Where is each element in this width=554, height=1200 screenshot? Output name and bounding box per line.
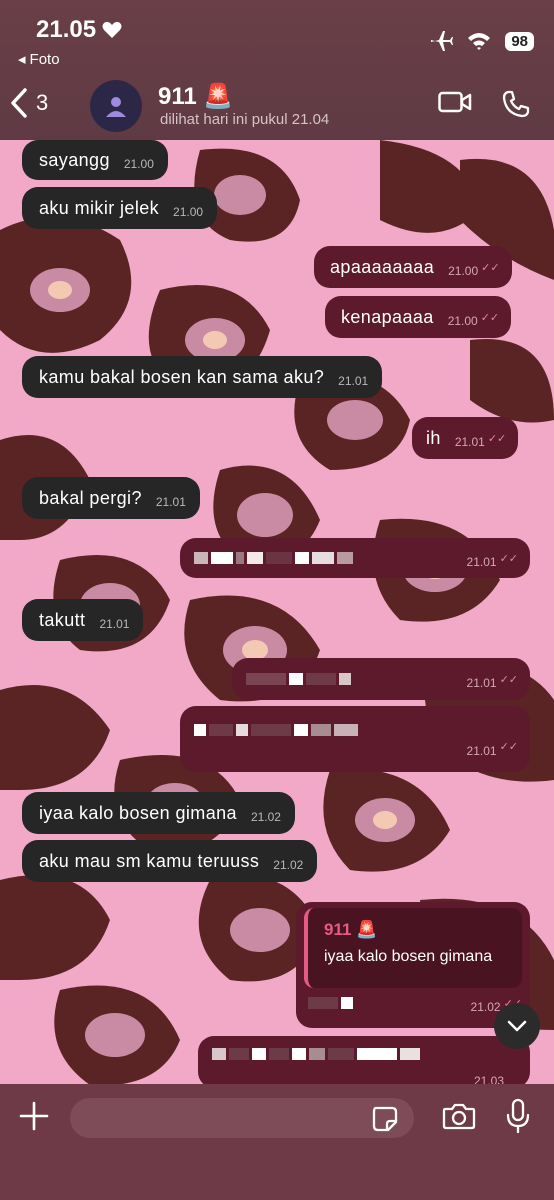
message-bubble-outgoing-censored[interactable]: 21.01 ✓✓ (180, 706, 530, 772)
censored-text (304, 997, 353, 1009)
message-time: 21.00 (447, 314, 478, 328)
camera-icon (442, 1103, 476, 1130)
message-input[interactable] (70, 1098, 414, 1138)
status-time: 21.05 (36, 16, 122, 44)
sticker-icon (372, 1106, 398, 1132)
message-text: apaaaaaaaa (330, 256, 435, 277)
back-chevron-icon (11, 88, 27, 118)
message-time: 21.01 (155, 495, 186, 509)
read-receipt-icon: ✓✓ (481, 261, 500, 274)
message-time: 21.01 (466, 555, 497, 569)
voice-message-button[interactable] (506, 1098, 530, 1139)
back-app-label: Foto (29, 50, 60, 68)
unread-count: 3 (36, 90, 49, 115)
message-text: bakal pergi? (39, 487, 142, 508)
message-text: kenapaaaa (341, 306, 434, 327)
message-time: 21.01 (454, 435, 485, 449)
scroll-to-bottom-button[interactable] (494, 1003, 540, 1049)
mic-icon (506, 1098, 530, 1134)
read-receipt-icon: ✓✓ (499, 673, 518, 686)
sticker-button[interactable] (372, 1106, 398, 1137)
message-time: 21.02 (470, 1000, 501, 1014)
message-text: sayangg (39, 149, 110, 170)
read-receipt-icon: ✓✓ (499, 552, 518, 565)
avatar[interactable] (90, 80, 142, 132)
message-bubble-outgoing-censored[interactable]: 21.01 ✓✓ (232, 658, 530, 700)
read-receipt-icon: ✓✓ (499, 741, 518, 753)
last-seen: dilihat hari ini pukul 21.04 (160, 111, 330, 128)
message-time: 21.00 (448, 264, 479, 278)
censored-text (194, 724, 518, 736)
back-to-app[interactable]: ◂ Foto (18, 50, 60, 69)
read-receipt-icon: ✓✓ (480, 311, 500, 324)
message-bubble-reply[interactable]: 911 🚨 iyaa kalo bosen gimana 21.02 ✓✓ (296, 902, 530, 1028)
message-bubble-outgoing[interactable]: apaaaaaaaa 21.00 ✓✓ (314, 246, 512, 288)
attach-button[interactable] (18, 1100, 50, 1137)
message-time: 21.02 (250, 810, 281, 824)
message-text: takutt (39, 609, 86, 630)
message-time: 21.00 (173, 205, 204, 219)
quoted-sender: 911 🚨 (324, 920, 378, 939)
censored-text (194, 552, 353, 564)
message-bubble-outgoing[interactable]: kenapaaaa 21.00 ✓✓ (325, 296, 512, 338)
message-bubble-outgoing-censored[interactable]: 21.03 (198, 1036, 530, 1088)
back-triangle-icon: ◂ (18, 51, 26, 68)
header-actions (438, 90, 530, 118)
message-text: aku mikir jelek (39, 197, 160, 218)
quoted-message[interactable]: 911 🚨 iyaa kalo bosen gimana (304, 908, 522, 988)
message-time: 21.02 (273, 858, 304, 872)
message-bubble-outgoing-censored[interactable]: 21.01 ✓✓ (180, 538, 530, 578)
message-bubble-incoming[interactable]: bakal pergi? 21.01 (22, 477, 200, 519)
battery-indicator: 98 (505, 31, 534, 51)
message-bubble-incoming[interactable]: sayangg 21.00 (22, 140, 168, 180)
phone-icon[interactable] (502, 90, 530, 118)
message-bubble-outgoing[interactable]: ih 21.01 ✓✓ (412, 417, 519, 459)
camera-button[interactable] (442, 1102, 476, 1135)
message-bubble-incoming[interactable]: iyaa kalo bosen gimana 21.02 (22, 792, 295, 834)
chat-title[interactable]: 911 🚨 (158, 82, 233, 111)
message-text: aku mau sm kamu teruuss (39, 850, 260, 871)
message-time: 21.01 (99, 617, 130, 631)
status-icons: 98 (429, 30, 534, 52)
message-bubble-incoming[interactable]: takutt 21.01 (22, 599, 144, 641)
message-time: 21.00 (123, 157, 154, 171)
message-bubble-incoming[interactable]: kamu bakal bosen kan sama aku? 21.01 (22, 356, 383, 398)
video-call-icon[interactable] (438, 90, 472, 114)
chevron-down-icon (507, 1020, 527, 1032)
read-receipt-icon: ✓✓ (487, 432, 507, 445)
airplane-icon (431, 31, 454, 51)
heart-icon (102, 21, 122, 38)
censored-text (212, 1048, 420, 1060)
plus-icon (19, 1101, 49, 1131)
wifi-icon (468, 33, 491, 50)
message-time: 21.01 (338, 374, 369, 388)
message-time: 21.01 (466, 676, 497, 690)
message-time: 21.01 (466, 744, 497, 758)
message-text: iyaa kalo bosen gimana (39, 802, 237, 823)
back-button[interactable]: 3 (10, 88, 48, 118)
message-text: kamu bakal bosen kan sama aku? (39, 366, 325, 387)
person-icon (106, 97, 126, 117)
message-bubble-incoming[interactable]: aku mau sm kamu teruuss 21.02 (22, 840, 318, 882)
message-bubble-incoming[interactable]: aku mikir jelek 21.00 (22, 187, 218, 229)
censored-text (246, 673, 351, 685)
message-text: ih (426, 427, 441, 448)
quoted-text: iyaa kalo bosen gimana (324, 948, 493, 965)
clock-text: 21.05 (36, 16, 97, 43)
